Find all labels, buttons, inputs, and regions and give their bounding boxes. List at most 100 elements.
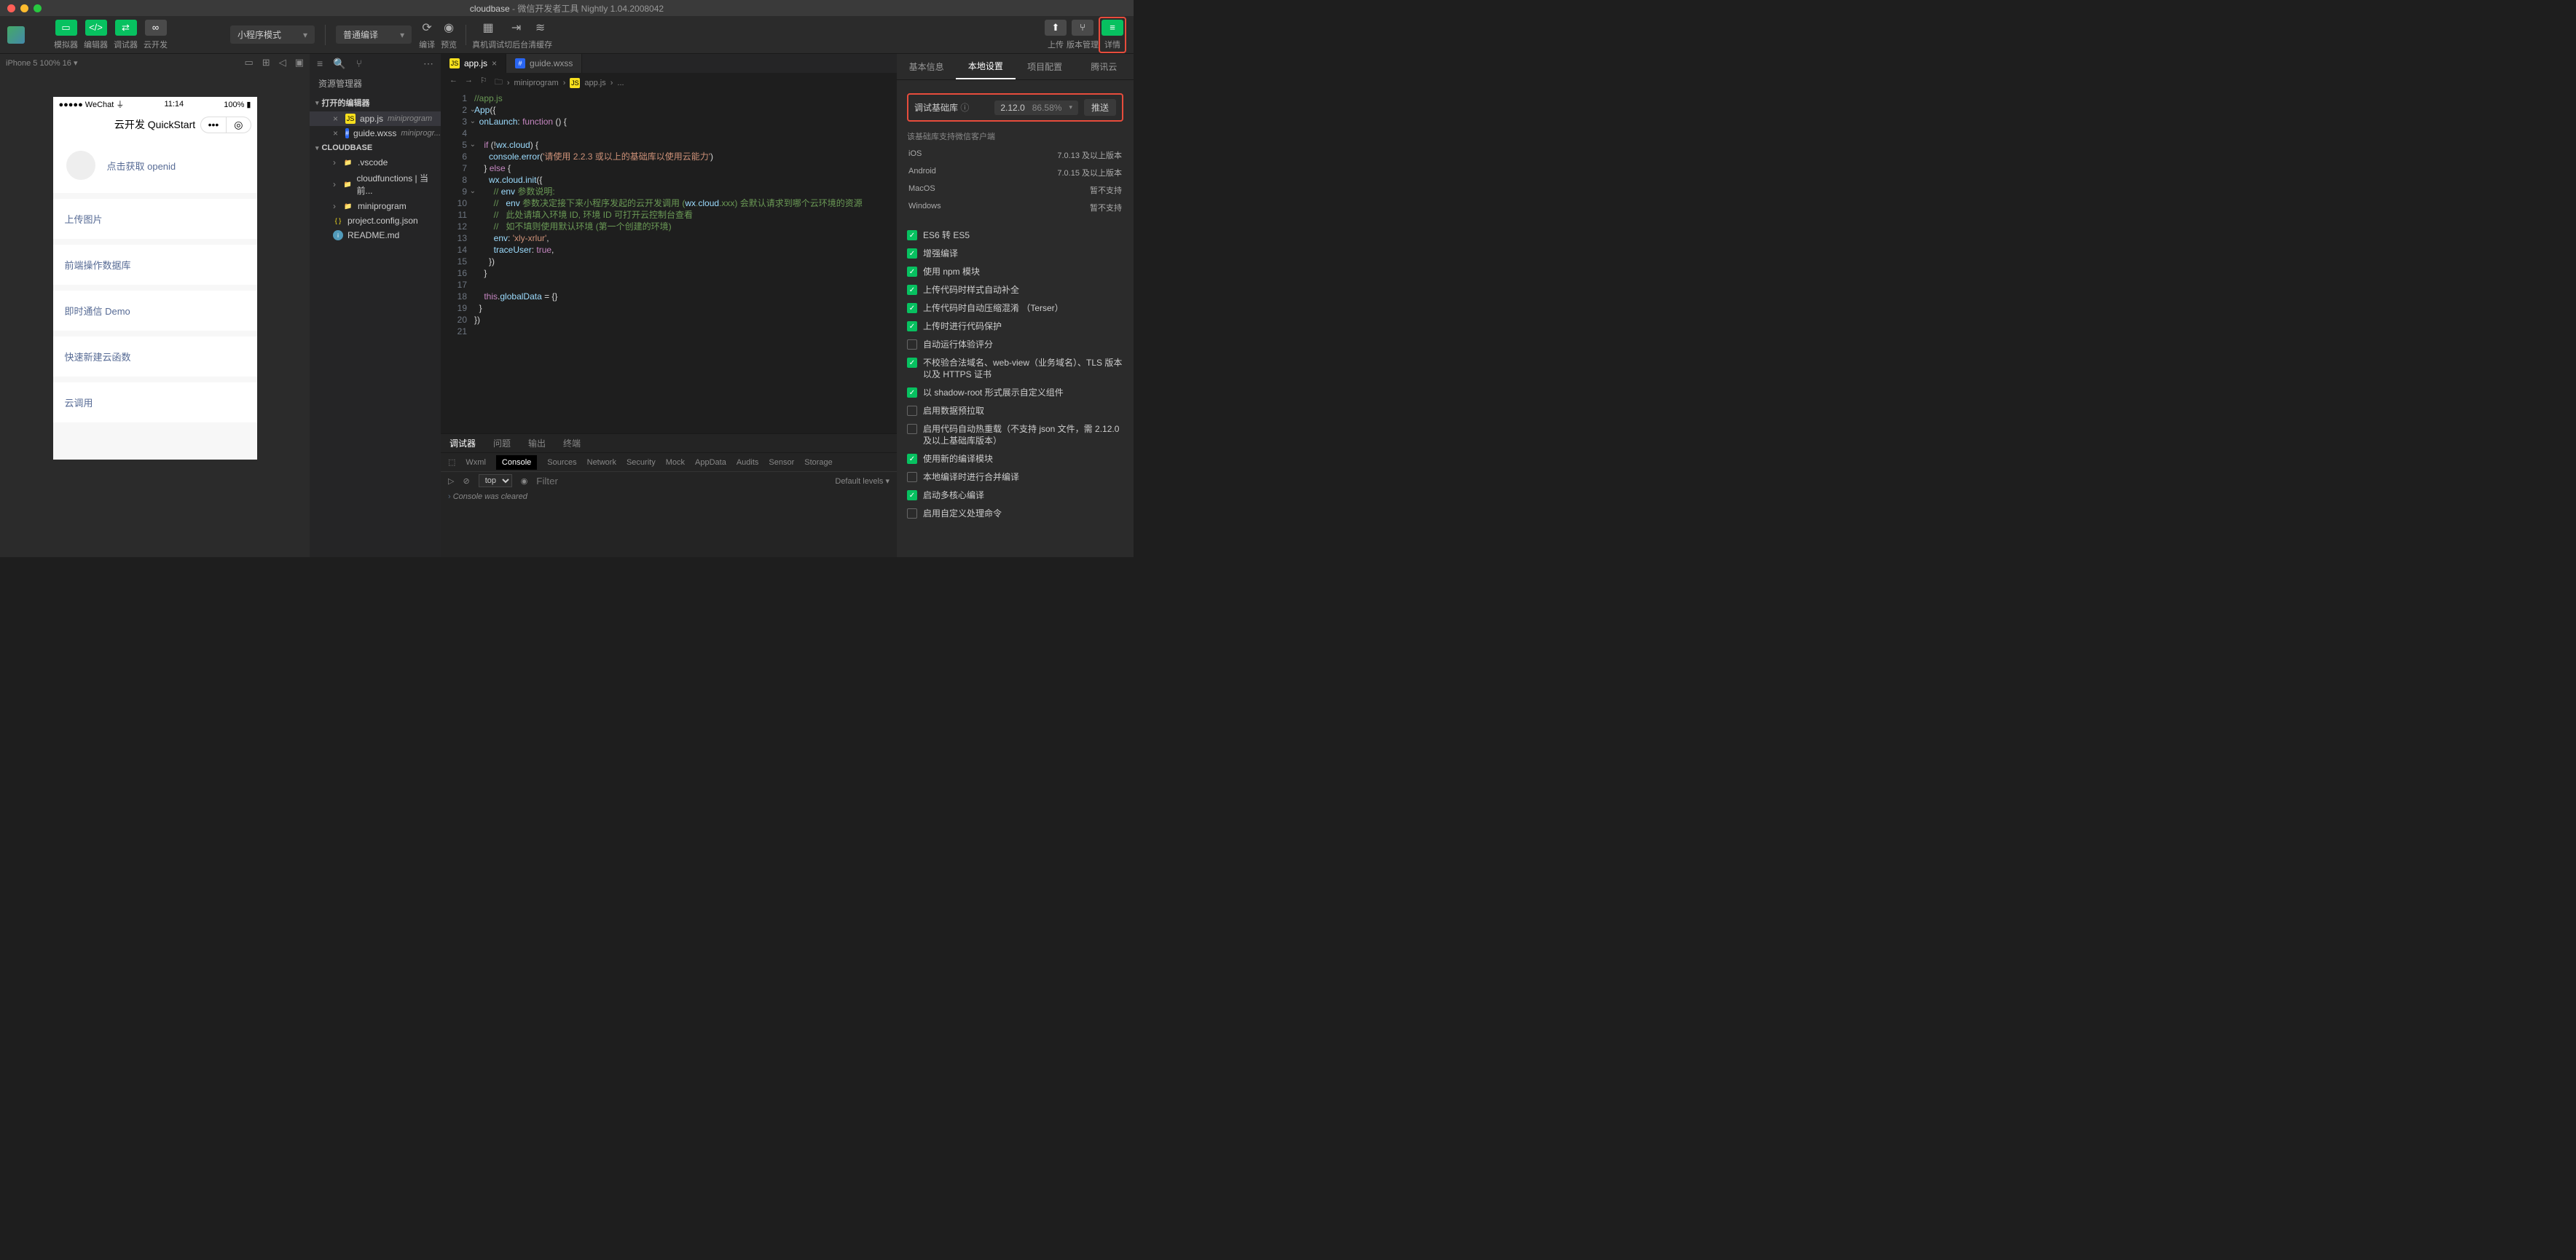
setting-checkbox[interactable]: 不校验合法域名、web-view（业务域名）、TLS 版本以及 HTTPS 证书 [907,357,1123,380]
close-window-icon[interactable] [7,4,15,12]
setting-checkbox[interactable]: 本地编译时进行合并编译 [907,471,1123,483]
setting-checkbox[interactable]: 上传代码时样式自动补全 [907,284,1123,296]
mode-dropdown[interactable]: 小程序模式 [230,25,315,44]
setting-checkbox[interactable]: ES6 转 ES5 [907,229,1123,241]
devtools-tab[interactable]: Storage [804,458,833,467]
simulator-button[interactable]: ▭模拟器 [54,20,78,50]
toolbar: ▭模拟器 </>编辑器 ⇄调试器 ∞云开发 小程序模式 普通编译 ⟳编译 ◉预览… [0,16,1134,54]
devtools-tab[interactable]: Audits [737,458,759,467]
devtools-tab[interactable]: Security [627,458,656,467]
debugger-tab[interactable]: 输出 [519,434,554,452]
setting-checkbox[interactable]: 启动多核心编译 [907,489,1123,501]
search-icon[interactable]: 🔍 [333,58,345,70]
debugger-tab[interactable]: 问题 [484,434,519,452]
filter-input[interactable] [536,476,826,487]
details-button[interactable]: ≡详情 [1102,20,1123,50]
setting-checkbox[interactable]: 启用数据预拉取 [907,405,1123,417]
tree-item[interactable]: i README.md [310,228,441,243]
levels-dropdown[interactable]: Default levels ▾ [835,476,890,486]
tree-item[interactable]: { } project.config.json [310,213,441,228]
user-block[interactable]: 点击获取 openid [53,138,257,193]
setting-checkbox[interactable]: 自动运行体验评分 [907,339,1123,350]
push-button[interactable]: 推送 [1084,99,1116,116]
details-tab[interactable]: 项目配置 [1016,54,1075,79]
maximize-window-icon[interactable] [34,4,42,12]
background-button[interactable]: ⇥切后台 [504,20,528,50]
compile-dropdown[interactable]: 普通编译 [336,25,412,44]
editor-tab[interactable]: #guide.wxss [506,54,582,73]
branch-icon[interactable]: ⑂ [356,58,362,69]
more-icon[interactable]: ⋯ [423,58,433,70]
code-editor[interactable]: 123456789101112131415161718192021 //app.… [441,92,897,433]
tree-item[interactable]: 📁 miniprogram [310,199,441,213]
cut-icon[interactable]: ◁ [279,57,286,68]
explorer-icon[interactable]: ≡ [317,58,323,69]
user-avatar-icon[interactable] [7,26,25,44]
back-icon[interactable]: ← [449,76,458,90]
device-label[interactable]: iPhone 5 100% 16 ▾ [6,58,78,68]
tree-item[interactable]: 📁 .vscode [310,155,441,170]
devtools-tab[interactable]: Sensor [769,458,794,467]
sim-menu-item[interactable]: 即时通信 Demo [53,285,257,331]
bookmark-icon[interactable]: ⚐ [480,76,487,90]
devtools-tab[interactable]: Mock [666,458,685,467]
mute-icon[interactable]: ▭ [245,57,254,68]
forward-icon[interactable]: → [465,76,473,90]
setting-checkbox[interactable]: 上传时进行代码保护 [907,320,1123,332]
scope-select[interactable]: top [479,474,512,487]
debugger-panel: 调试器问题输出终端 ⬚ Wxml Console Sources Network Sec… [441,433,897,557]
checkbox-icon [907,303,917,313]
sim-menu-item[interactable]: 上传图片 [53,193,257,239]
eye-icon[interactable]: ◉ [521,476,528,486]
details-tab[interactable]: 腾讯云 [1075,54,1134,79]
debugger-button[interactable]: ⇄调试器 [114,20,138,50]
sim-menu-item[interactable]: 快速新建云函数 [53,331,257,377]
editor-tab[interactable]: JSapp.js× [441,54,506,73]
devtools-tab[interactable]: Console [496,455,537,470]
setting-checkbox[interactable]: 使用 npm 模块 [907,266,1123,277]
devtools-tab[interactable]: Network [587,458,616,467]
details-tab[interactable]: 基本信息 [897,54,956,79]
setting-checkbox[interactable]: 启用代码自动热重载（不支持 json 文件，需 2.12.0 及以上基础库版本） [907,423,1123,446]
open-file-item[interactable]: JS app.js miniprogram [310,111,441,126]
setting-checkbox[interactable]: 上传代码时自动压缩混淆 （Terser） [907,302,1123,314]
preview-button[interactable]: ◉预览 [438,20,460,50]
remote-debug-button[interactable]: ▦真机调试 [472,20,504,50]
details-tab[interactable]: 本地设置 [956,54,1015,79]
setting-checkbox[interactable]: 以 shadow-root 形式展示自定义组件 [907,387,1123,398]
editor-panel: JSapp.js×#guide.wxss ← → ⚐ 🗀 › miniprogr… [441,54,897,557]
project-root[interactable]: CLOUDBASE [310,141,441,155]
capsule-button[interactable]: •••◎ [200,117,251,133]
sim-menu-item[interactable]: 前端操作数据库 [53,239,257,285]
clear-icon[interactable]: ⊘ [463,476,469,486]
minimize-window-icon[interactable] [20,4,28,12]
lib-version-select[interactable]: 2.12.086.58% [994,101,1078,115]
play-icon[interactable]: ▷ [448,476,454,486]
editor-button[interactable]: </>编辑器 [84,20,108,50]
setting-checkbox[interactable]: 启用自定义处理命令 [907,508,1123,519]
debugger-tab[interactable]: 终端 [554,434,589,452]
version-button[interactable]: ⑂版本管理 [1067,20,1099,50]
devtools-tab[interactable]: AppData [695,458,726,467]
upload-button[interactable]: ⬆上传 [1045,20,1067,50]
checkbox-icon [907,321,917,331]
dock-icon[interactable]: ▣ [295,57,304,68]
open-file-item[interactable]: # guide.wxss miniprogr... [310,126,441,141]
save-icon[interactable]: 🗀 [495,76,503,90]
tree-item[interactable]: 📁 cloudfunctions | 当前... [310,170,441,199]
devtools-tab[interactable]: Wxml [466,458,486,467]
rotate-icon[interactable]: ⊞ [262,57,270,68]
debugger-tab[interactable]: 调试器 [441,434,484,452]
sim-menu-item[interactable]: 云调用 [53,377,257,422]
inspect-icon[interactable]: ⬚ [448,457,455,467]
devtools-tab[interactable]: Sources [547,458,576,467]
setting-checkbox[interactable]: 增强编译 [907,248,1123,259]
cloud-dev-button[interactable]: ∞云开发 [144,20,168,50]
window-title: cloudbase - 微信开发者工具 Nightly 1.04.2008042 [470,2,664,15]
compile-button[interactable]: ⟳编译 [416,20,438,50]
breadcrumb[interactable]: ← → ⚐ 🗀 › miniprogram› JSapp.js› ... [441,73,897,92]
open-editors-section[interactable]: 打开的编辑器 [310,94,441,111]
help-icon[interactable]: ⓘ [960,103,969,113]
setting-checkbox[interactable]: 使用新的编译模块 [907,453,1123,465]
clear-cache-button[interactable]: ≋清缓存 [528,20,552,50]
